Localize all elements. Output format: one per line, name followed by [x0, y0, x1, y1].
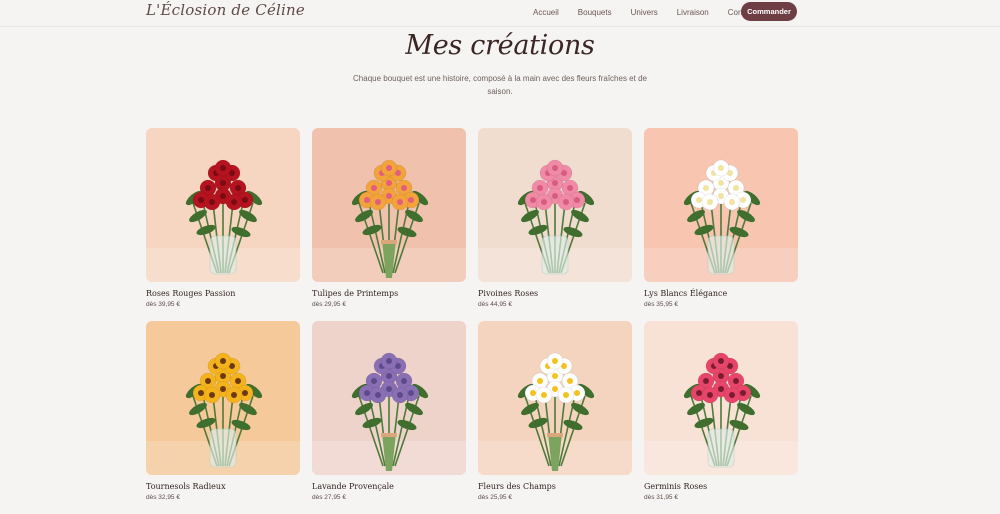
- nav-link-accueil[interactable]: Accueil: [533, 8, 559, 17]
- product-name[interactable]: Tournesols Radieux: [146, 482, 300, 491]
- product-name[interactable]: Fleurs des Champs: [478, 482, 632, 491]
- product-price: dès 31,95 €: [644, 494, 678, 501]
- tulips-bouquet-image[interactable]: [312, 128, 466, 282]
- product-card[interactable]: Germinis Roses dès 31,95 €: [644, 321, 798, 514]
- product-name[interactable]: Roses Rouges Passion: [146, 289, 300, 298]
- page-title: Mes créations: [405, 30, 595, 61]
- order-button[interactable]: Commander: [741, 2, 797, 21]
- sunflowers-bouquet-image[interactable]: [146, 321, 300, 475]
- product-price: dès 39,95 €: [146, 301, 180, 308]
- product-price: dès 27,95 €: [312, 494, 346, 501]
- nav-link-univers[interactable]: Univers: [631, 8, 658, 17]
- product-price: dès 32,95 €: [146, 494, 180, 501]
- product-price: dès 25,95 €: [478, 494, 512, 501]
- top-navigation-bar: L'Éclosion de Céline Accueil Bouquets Un…: [0, 0, 1000, 27]
- product-card[interactable]: Pivoines Roses dès 44,95 €: [478, 128, 632, 321]
- product-price: dès 29,95 €: [312, 301, 346, 308]
- product-price: dès 35,95 €: [644, 301, 678, 308]
- nav-link-livraison[interactable]: Livraison: [677, 8, 709, 17]
- nav-link-bouquets[interactable]: Bouquets: [578, 8, 612, 17]
- site-logo[interactable]: L'Éclosion de Céline: [146, 1, 305, 19]
- main-nav: Accueil Bouquets Univers Livraison Conta…: [533, 8, 774, 17]
- product-card[interactable]: Lavande Provençale dès 27,95 €: [312, 321, 466, 514]
- lilies-bouquet-image[interactable]: [644, 128, 798, 282]
- product-name[interactable]: Tulipes de Printemps: [312, 289, 466, 298]
- product-price: dès 44,95 €: [478, 301, 512, 308]
- product-card[interactable]: Tulipes de Printemps dès 29,95 €: [312, 128, 466, 321]
- wildflowers-bouquet-image[interactable]: [478, 321, 632, 475]
- page-subtitle: Chaque bouquet est une histoire, composé…: [353, 74, 647, 96]
- peonies-bouquet-image[interactable]: [478, 128, 632, 282]
- product-name[interactable]: Germinis Roses: [644, 482, 798, 491]
- lavender-bouquet-image[interactable]: [312, 321, 466, 475]
- product-card[interactable]: Fleurs des Champs dès 25,95 €: [478, 321, 632, 514]
- product-card[interactable]: Tournesols Radieux dès 32,95 €: [146, 321, 300, 514]
- gerberas-bouquet-image[interactable]: [644, 321, 798, 475]
- product-grid: Roses Rouges Passion dès 39,95 € Tulipes…: [146, 128, 798, 514]
- product-card[interactable]: Lys Blancs Élégance dès 35,95 €: [644, 128, 798, 321]
- roses-bouquet-image[interactable]: [146, 128, 300, 282]
- product-card[interactable]: Roses Rouges Passion dès 39,95 €: [146, 128, 300, 321]
- product-name[interactable]: Lys Blancs Élégance: [644, 289, 798, 298]
- product-name[interactable]: Lavande Provençale: [312, 482, 466, 491]
- product-name[interactable]: Pivoines Roses: [478, 289, 632, 298]
